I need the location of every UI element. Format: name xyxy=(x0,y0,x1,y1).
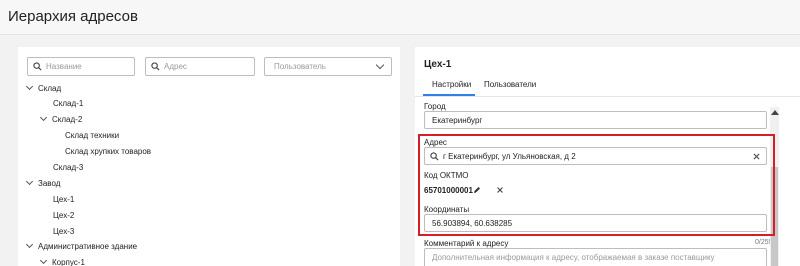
tree-node-label: Административное здание xyxy=(38,242,138,251)
details-title: Цех-1 xyxy=(424,59,452,70)
tree-node-label: Склад хрупких товаров xyxy=(65,147,152,156)
comment-label: Комментарий к адресу xyxy=(424,239,509,248)
city-label: Город xyxy=(424,102,446,111)
tree-node-label: Цех-1 xyxy=(53,195,75,204)
page-title: Иерархия адресов xyxy=(8,8,138,25)
tree-node-sklad-tekhniki[interactable]: Склад техники xyxy=(65,131,119,140)
scroll-up-arrow-icon[interactable] xyxy=(771,110,779,115)
city-value: Екатеринбург xyxy=(432,116,483,125)
tree-node-label: Завод xyxy=(38,179,61,188)
city-field[interactable]: Екатеринбург xyxy=(424,111,767,129)
tab-settings[interactable]: Настройки xyxy=(432,80,471,89)
user-select[interactable]: Пользователь xyxy=(264,57,392,76)
highlight-frame xyxy=(418,134,775,236)
chevron-down-icon[interactable] xyxy=(25,177,34,186)
address-tree-panel: Название Адрес Пользователь Склад Склад-… xyxy=(18,47,400,266)
tree-node-sklad-3[interactable]: Склад-3 xyxy=(53,163,83,172)
chevron-down-icon xyxy=(375,60,385,70)
tab-divider xyxy=(415,96,800,97)
address-search-input[interactable]: Адрес xyxy=(145,57,255,76)
chevron-down-icon[interactable] xyxy=(25,240,34,249)
tree-node-admin-building[interactable]: Административное здание xyxy=(25,240,138,251)
chevron-down-icon[interactable] xyxy=(39,256,48,265)
top-bar: Иерархия адресов xyxy=(0,0,800,35)
comment-field[interactable]: Дополнительная информация к адресу, отоб… xyxy=(424,248,767,266)
chevron-down-icon[interactable] xyxy=(39,113,48,122)
tree-node-sklad-2[interactable]: Склад-2 xyxy=(39,113,83,124)
comment-placeholder: Дополнительная информация к адресу, отоб… xyxy=(432,253,715,262)
tree-node-korpus-1[interactable]: Корпус-1 xyxy=(39,256,85,266)
tree-node-tsekh-2[interactable]: Цех-2 xyxy=(53,211,74,220)
tree-node-label: Корпус-1 xyxy=(52,258,85,266)
tree-node-label: Склад xyxy=(38,84,62,93)
tab-users[interactable]: Пользователи xyxy=(484,80,536,89)
user-select-placeholder: Пользователь xyxy=(274,62,326,71)
tree-node-sklad-1[interactable]: Склад-1 xyxy=(53,99,83,108)
tree-node-label: Склад-2 xyxy=(52,115,83,124)
tree-node-label: Склад-1 xyxy=(53,99,84,108)
tree-node-zavod[interactable]: Завод xyxy=(25,177,61,188)
search-icon xyxy=(151,62,160,71)
chevron-down-icon[interactable] xyxy=(25,82,34,91)
tree-node-sklad[interactable]: Склад xyxy=(25,82,62,93)
tree-node-label: Склад-3 xyxy=(53,163,84,172)
name-search-input[interactable]: Название xyxy=(27,57,135,76)
tree-node-label: Склад техники xyxy=(65,131,120,140)
tree-node-sklad-khrupkikh[interactable]: Склад хрупких товаров xyxy=(65,147,151,156)
tree-node-label: Цех-3 xyxy=(53,227,75,236)
name-search-placeholder: Название xyxy=(46,62,82,71)
tree-node-tsekh-3[interactable]: Цех-3 xyxy=(53,227,74,236)
tree-node-label: Цех-2 xyxy=(53,211,75,220)
address-search-placeholder: Адрес xyxy=(164,62,187,71)
tree-node-tsekh-1[interactable]: Цех-1 xyxy=(53,195,74,204)
search-icon xyxy=(33,62,42,71)
